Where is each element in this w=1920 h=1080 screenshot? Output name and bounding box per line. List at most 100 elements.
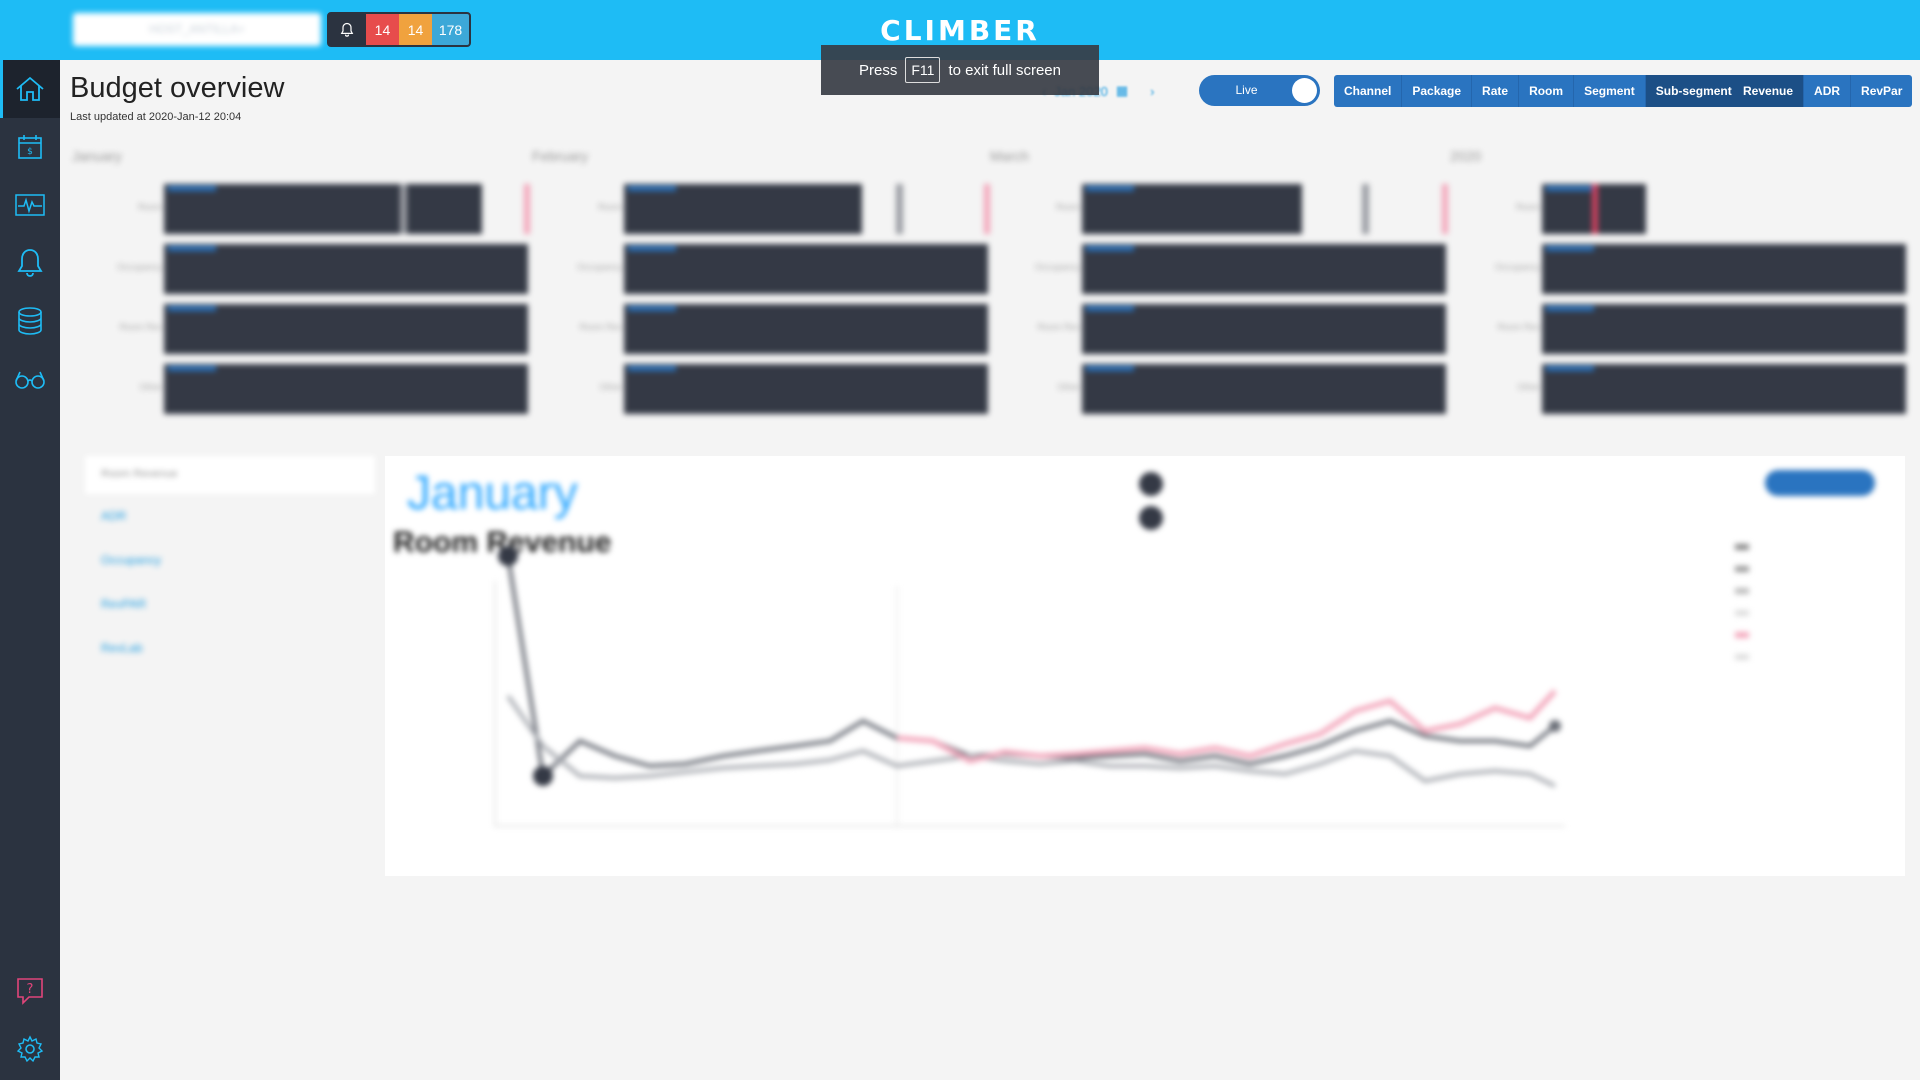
property-select[interactable]: HOST_ANTILLA+	[73, 13, 321, 46]
row-label: Room	[137, 202, 162, 212]
climber-logo: CLIMBER	[880, 14, 1040, 47]
month-block-january: January Room Occupancy Room Rev Other	[72, 148, 530, 418]
channel-button[interactable]: Channel	[1334, 75, 1403, 107]
sidebar-item-settings[interactable]	[0, 1020, 60, 1078]
month-block-year: 2020 Room Occupancy Room Rev Other	[1450, 148, 1906, 418]
segment-button[interactable]: Segment	[1574, 75, 1646, 107]
bar	[1542, 304, 1906, 354]
revenue-chart	[494, 470, 1875, 827]
sidebar: $ ?	[0, 60, 60, 1080]
row-label: Other	[1057, 382, 1080, 392]
data-point-marker	[498, 546, 518, 566]
sidebar-item-logout[interactable]	[0, 1075, 60, 1080]
metric-button-group: Revenue ADR RevPar	[1733, 75, 1913, 107]
legend-marker	[1139, 506, 1163, 530]
bell-icon	[17, 249, 43, 277]
row-label: Room Rev	[579, 322, 622, 332]
bar	[624, 244, 988, 294]
rate-button[interactable]: Rate	[1472, 75, 1520, 107]
fullscreen-banner: Press F11 to exit full screen	[821, 45, 1099, 95]
sidebar-item-pulse[interactable]	[0, 176, 60, 234]
row-label: Occupancy	[576, 262, 622, 272]
sidebar-item-database[interactable]	[0, 292, 60, 350]
adr-button[interactable]: ADR	[1804, 75, 1852, 107]
row-label: Room Rev	[1037, 322, 1080, 332]
bar	[624, 184, 862, 234]
alert-count-orange[interactable]: 14	[399, 14, 433, 45]
bar	[164, 364, 528, 414]
metric-link-adr[interactable]: ADR	[85, 494, 375, 538]
fullscreen-rest-text: to exit full screen	[948, 61, 1061, 79]
alerts-widget[interactable]: 14 14 178	[327, 12, 471, 47]
row-label: Other	[1517, 382, 1540, 392]
alert-count-red[interactable]: 14	[365, 14, 399, 45]
row-label: Room Rev	[119, 322, 162, 332]
bar	[164, 304, 528, 354]
live-toggle[interactable]: Live	[1199, 75, 1320, 106]
row-label: Room	[597, 202, 622, 212]
row-label: Occupancy	[1034, 262, 1080, 272]
month-name: February	[532, 148, 589, 164]
revenue-chart-card: January Room Revenue	[385, 456, 1905, 876]
bar	[1082, 244, 1446, 294]
page-title: Budget overview	[70, 72, 285, 104]
month-block-march: March Room Occupancy Room Rev Other	[990, 148, 1448, 418]
bar	[1082, 364, 1446, 414]
metric-link-revlab[interactable]: RevLab	[85, 626, 375, 670]
bar	[1542, 244, 1906, 294]
bar	[164, 244, 528, 294]
row-label: Other	[599, 382, 622, 392]
month-block-february: February Room Occupancy Room Rev Other	[532, 148, 990, 418]
svg-text:$: $	[27, 147, 33, 157]
metric-list-panel: Room Revenue ADR Occupancy RevPAR RevLab	[85, 456, 375, 876]
glasses-icon	[15, 371, 45, 389]
dimension-button-group: Channel Package Rate Room Segment Sub-se…	[1334, 75, 1742, 107]
month-name: January	[72, 148, 122, 164]
metric-link-occupancy[interactable]: Occupancy	[85, 538, 375, 582]
live-toggle-label: Live	[1235, 83, 1258, 97]
month-name: March	[990, 148, 1029, 164]
revpar-button[interactable]: RevPar	[1851, 75, 1913, 107]
fullscreen-press-text: Press	[859, 61, 898, 79]
sidebar-item-glasses[interactable]	[0, 350, 60, 408]
calendar-dollar-icon: $	[18, 135, 42, 159]
chart-legend	[1735, 544, 1749, 660]
toggle-knob	[1292, 78, 1317, 103]
room-button[interactable]: Room	[1519, 75, 1575, 107]
bar	[1082, 304, 1446, 354]
metric-link-revpar[interactable]: RevPAR	[85, 582, 375, 626]
row-label: Occupancy	[1494, 262, 1540, 272]
legend-marker	[1139, 472, 1163, 496]
last-updated: Last updated at 2020-Jan-12 20:04	[70, 111, 242, 123]
data-point-marker	[1549, 720, 1561, 732]
bell-icon	[329, 14, 366, 45]
sidebar-item-alerts[interactable]	[0, 234, 60, 292]
row-label: Occupancy	[116, 262, 162, 272]
bar	[624, 304, 988, 354]
alert-count-blue[interactable]: 178	[432, 14, 469, 45]
pulse-icon	[15, 194, 45, 216]
series-line-pink	[896, 689, 1557, 764]
sub-segment-button[interactable]: Sub-segment	[1645, 75, 1742, 107]
package-button[interactable]: Package	[1402, 75, 1473, 107]
database-icon	[18, 307, 42, 335]
revenue-button[interactable]: Revenue	[1733, 75, 1805, 107]
gear-icon	[16, 1035, 44, 1063]
chart-toggle[interactable]	[1765, 470, 1875, 496]
svg-text:?: ?	[27, 982, 34, 997]
row-label: Room	[1515, 202, 1540, 212]
calendar-icon[interactable]: ▦	[1116, 83, 1128, 99]
bar	[164, 184, 482, 234]
sidebar-item-help[interactable]: ?	[0, 962, 60, 1020]
sidebar-item-home[interactable]	[0, 60, 60, 118]
sidebar-item-calendar[interactable]: $	[0, 118, 60, 176]
data-point-marker	[533, 766, 553, 786]
f11-key: F11	[905, 57, 941, 83]
bar	[1082, 184, 1302, 234]
row-label: Room Rev	[1497, 322, 1540, 332]
month-name: 2020	[1450, 148, 1482, 164]
bar	[624, 364, 988, 414]
bar	[1542, 364, 1906, 414]
chevron-right-icon[interactable]: ›	[1150, 84, 1154, 99]
row-label: Other	[139, 382, 162, 392]
